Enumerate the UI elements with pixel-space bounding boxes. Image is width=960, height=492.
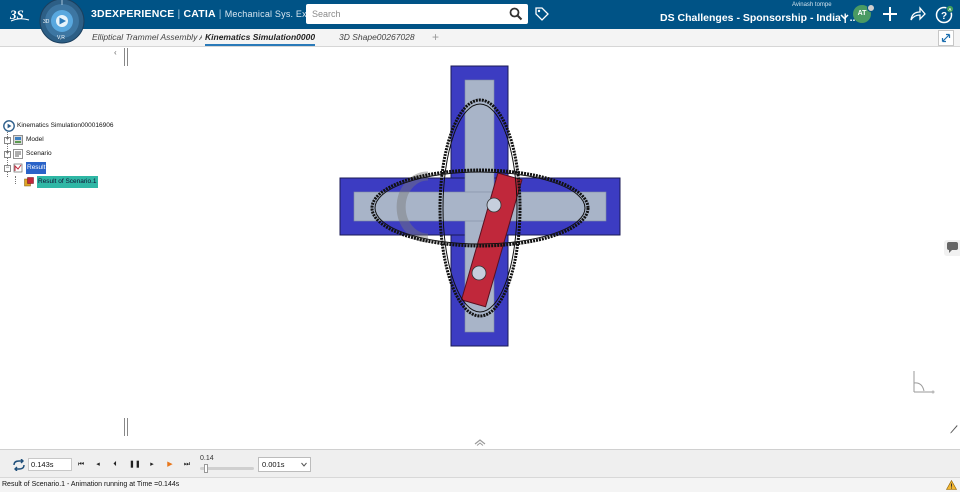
user-name[interactable]: Avinash tompe — [792, 2, 832, 8]
app-name: CATIA — [183, 8, 216, 20]
comment-icon[interactable] — [944, 240, 960, 256]
compass-label-3d: 3D — [43, 19, 50, 25]
brand-name: 3DEXPERIENCE — [91, 8, 175, 20]
pin-joint-bottom — [471, 265, 487, 281]
tree-connector — [15, 176, 16, 184]
chevron-down-icon — [301, 462, 307, 467]
fullscreen-icon[interactable] — [938, 30, 954, 46]
catia-window: 3S 3DEXPERIENCE | CATIA | Mechanical Sys. Ex… — [0, 0, 960, 492]
time-field[interactable] — [28, 458, 72, 471]
scenario-icon — [13, 149, 23, 159]
tree-item-label: Model — [26, 136, 44, 143]
compass-label-vr: V,R — [57, 35, 65, 41]
pause-button[interactable]: ❚❚ — [129, 460, 141, 469]
simulation-player: ⏮ ◂ ⏴ ❚❚ ▸ ▶ ⏭ 0.14 0.001s — [0, 449, 960, 477]
tree-expander[interactable]: + — [4, 151, 11, 158]
presence-status-icon — [867, 4, 875, 12]
collab-space-title[interactable]: DS Challenges - Sponsorship - India | ..… — [660, 12, 858, 24]
time-slider[interactable] — [200, 467, 254, 470]
tree-expander[interactable]: − — [4, 165, 11, 172]
help-icon[interactable]: ? A — [935, 5, 954, 24]
play-reverse-button[interactable]: ⏴ — [111, 460, 119, 469]
simulation-icon — [3, 120, 15, 132]
trammel-mechanism — [339, 65, 621, 347]
pin-joint-top — [486, 197, 502, 213]
tree-item-label: Result — [26, 162, 47, 174]
svg-text:?: ? — [941, 11, 947, 22]
warning-icon[interactable] — [946, 480, 957, 490]
horizontal-slot — [353, 191, 607, 222]
time-step-select[interactable]: 0.001s — [258, 457, 311, 472]
search-input[interactable] — [312, 7, 502, 21]
collapse-panel-icon[interactable]: ‹ — [114, 48, 124, 58]
axis-triad-icon[interactable] — [908, 368, 938, 396]
plus-icon[interactable] — [882, 6, 898, 22]
time-slider-thumb[interactable] — [203, 464, 208, 473]
tree-item-label: Scenario — [26, 150, 52, 157]
3d-viewport[interactable] — [128, 48, 938, 448]
tag-icon[interactable] — [534, 6, 550, 22]
compass-icon[interactable]: 3D V,R — [37, 0, 87, 46]
pen-icon[interactable] — [949, 424, 958, 434]
step-forward-button[interactable]: ▸ — [148, 460, 156, 469]
search-box[interactable] — [306, 4, 528, 24]
tab-kinematics-simulation[interactable]: Kinematics Simulation00000 — [205, 32, 315, 42]
result-icon — [13, 163, 23, 173]
add-tab-button[interactable]: + — [432, 30, 439, 44]
status-message: Result of Scenario.1 - Animation running… — [2, 481, 180, 488]
status-bar: Result of Scenario.1 - Animation running… — [0, 477, 960, 492]
play-forward-button[interactable]: ▶ — [166, 460, 174, 469]
dassault-logo[interactable]: 3S — [9, 6, 31, 23]
app-title: 3DEXPERIENCE | CATIA | Mechanical Sys. Exper… — [91, 8, 331, 20]
tab-3d-shape[interactable]: 3D Shape00267028 — [339, 32, 429, 42]
search-icon[interactable] — [509, 7, 523, 21]
animation-result-icon — [24, 177, 34, 187]
time-step-value: 0.001s — [262, 460, 285, 469]
top-bar: 3S 3DEXPERIENCE | CATIA | Mechanical Sys. Ex… — [0, 0, 960, 29]
assembly-icon — [13, 135, 23, 145]
last-frame-button[interactable]: ⏭ — [182, 460, 192, 469]
share-icon[interactable] — [909, 6, 926, 22]
tab-bar: Elliptical Trammel Assembly A Kinematics… — [0, 29, 960, 47]
slider-value: 0.14 — [200, 455, 214, 462]
loop-icon[interactable] — [12, 459, 26, 471]
tab-elliptical-trammel[interactable]: Elliptical Trammel Assembly A — [92, 32, 202, 42]
specification-tree: Kinematics Simulation000016906 + Model +… — [0, 118, 124, 198]
step-back-button[interactable]: ◂ — [94, 460, 102, 469]
first-frame-button[interactable]: ⏮ — [76, 460, 86, 469]
chevron-down-icon[interactable] — [840, 12, 849, 21]
tree-item-label: Result of Scenario.1 — [37, 176, 98, 188]
tree-expander[interactable]: + — [4, 137, 11, 144]
chevron-up-icon[interactable] — [473, 438, 487, 446]
tree-root-label: Kinematics Simulation000016906 — [17, 122, 114, 129]
active-tab-indicator — [205, 44, 315, 46]
svg-text:3S: 3S — [9, 7, 24, 22]
